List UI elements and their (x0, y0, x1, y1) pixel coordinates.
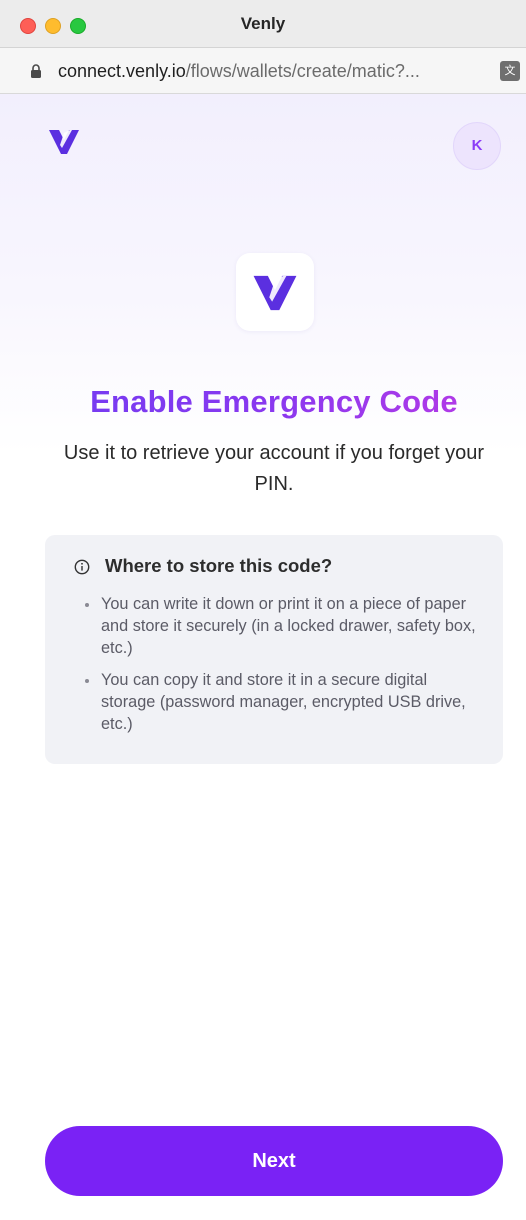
next-button[interactable]: Next (45, 1126, 503, 1196)
info-heading: Where to store this code? (105, 555, 333, 576)
translate-icon[interactable]: 文 (500, 61, 520, 81)
window-title: Venly (240, 14, 286, 33)
url-domain: connect.venly.io (58, 61, 186, 81)
app-icon-tile (236, 253, 314, 331)
window-titlebar: Venly (0, 0, 526, 48)
info-list-item: You can write it down or print it on a p… (83, 593, 483, 659)
storage-info-box: Where to store this code? You can write … (45, 535, 503, 764)
lock-icon (31, 64, 41, 78)
url-path: /flows/wallets/create/matic?... (185, 61, 420, 81)
info-list: You can write it down or print it on a p… (83, 593, 483, 745)
venly-logo-icon (253, 275, 297, 311)
venly-logo-icon[interactable] (48, 128, 80, 156)
info-icon (74, 559, 90, 575)
info-list-item: You can copy it and store it in a secure… (83, 669, 483, 735)
user-avatar[interactable]: K (453, 122, 501, 170)
page-title: Enable Emergency Code (0, 384, 526, 420)
page-content: K Enable Emergency Code Use it to retrie… (0, 94, 526, 1220)
page-subtitle: Use it to retrieve your account if you f… (63, 442, 485, 495)
address-url[interactable]: connect.venly.io/flows/wallets/create/ma… (58, 48, 420, 94)
address-bar[interactable]: connect.venly.io/flows/wallets/create/ma… (0, 48, 526, 94)
